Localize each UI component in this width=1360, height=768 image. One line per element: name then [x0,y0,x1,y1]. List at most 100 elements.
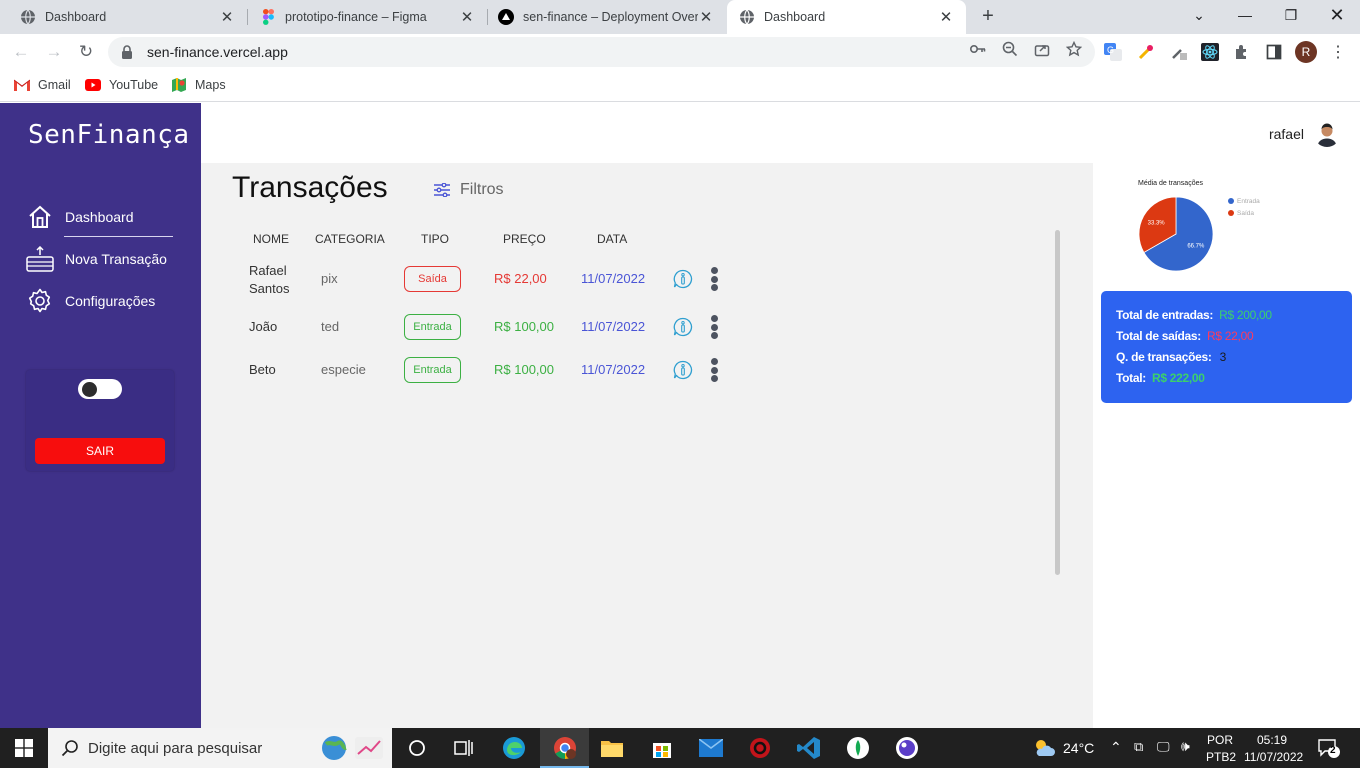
browser-tab[interactable]: prototipo-finance – Figma ✕ [248,0,487,34]
extensions-puzzle-icon[interactable] [1233,43,1251,61]
summary-value: R$ 200,00 [1219,308,1272,322]
translate-extension-icon[interactable]: G [1104,43,1122,61]
row-menu-icon[interactable] [710,267,718,291]
start-button[interactable] [12,736,36,760]
bookmark-label: YouTube [109,78,159,92]
minimize-button[interactable]: — [1222,0,1268,30]
row-menu-icon[interactable] [710,315,718,339]
widgets-icon[interactable] [452,736,476,760]
type-badge-entrada: Entrada [404,314,461,340]
summary-total: Total: R$ 222,00 [1116,371,1205,385]
user-menu[interactable]: rafael [1269,121,1340,147]
theme-toggle[interactable] [78,379,122,399]
share-icon[interactable] [1034,41,1050,57]
show-hidden-icons-icon[interactable]: ⌃ [1110,739,1122,756]
app-root: SenFinança Dashboard Nova Transação Conf… [0,103,1360,728]
filter-sliders-icon [434,183,450,197]
notification-icon [1318,739,1340,758]
side-panel-icon[interactable] [1265,43,1283,61]
sidebar-item-configuracoes[interactable]: Configurações [26,287,155,315]
bookmark-maps[interactable]: Maps [171,77,226,93]
clock-time[interactable]: 05:19 [1257,733,1287,747]
summary-card: Total de entradas: R$ 200,00 Total de sa… [1101,291,1352,403]
color-picker-extension-icon[interactable] [1137,43,1155,61]
table-cell-date: 11/07/2022 [581,362,646,377]
network-icon[interactable]: 🖵 [1157,739,1170,755]
keyboard-layout[interactable]: PTB2 [1206,750,1236,764]
restore-button[interactable]: ❐ [1268,0,1314,30]
bookmark-gmail[interactable]: Gmail [14,77,71,93]
vscode-icon[interactable] [797,736,821,760]
table-cell-category: ted [321,319,340,334]
back-button[interactable]: ← [9,40,33,64]
sidebar-item-nova-transacao[interactable]: Nova Transação [26,245,167,273]
language-indicator[interactable]: POR [1207,733,1233,747]
edge-icon[interactable] [502,736,526,760]
new-tab-button[interactable]: + [977,5,999,27]
user-avatar [1314,121,1340,147]
meet-icon[interactable]: ⧉ [1134,739,1143,755]
mongodb-compass-icon[interactable] [846,736,870,760]
notification-count: 2 [1330,745,1336,756]
volume-icon[interactable]: 🕪 [1181,738,1190,755]
table-cell-name: Beto [249,362,276,377]
sidebar-item-label: Configurações [65,293,156,309]
zoom-icon[interactable] [1002,41,1018,57]
logout-button[interactable]: SAIR [35,438,165,464]
profile-avatar[interactable]: R [1295,41,1317,63]
task-view-icon[interactable] [405,736,429,760]
lock-icon[interactable] [120,45,134,59]
ms-store-icon[interactable] [650,736,674,760]
key-icon[interactable] [970,41,986,57]
sidebar-item-dashboard[interactable]: Dashboard [26,203,134,231]
table-cell-category: especie [321,362,366,377]
mail-icon[interactable] [699,736,723,760]
gmail-icon [14,77,30,93]
close-tab-icon[interactable]: ✕ [219,8,235,26]
column-header-tipo: TIPO [421,232,450,246]
column-header-categoria: CATEGORIA [315,232,385,246]
close-window-button[interactable]: ✕ [1314,0,1360,30]
weather-icon[interactable] [1032,736,1056,760]
row-menu-icon[interactable] [710,358,718,382]
bookmark-youtube[interactable]: YouTube [85,77,158,93]
info-icon[interactable] [673,360,693,380]
close-tab-icon[interactable]: ✕ [698,8,714,26]
table-scrollbar[interactable] [1055,230,1060,575]
reload-button[interactable]: ↻ [74,40,98,64]
info-icon[interactable] [673,317,693,337]
notifications-button[interactable]: 2 [1318,738,1340,758]
tab-search-icon[interactable]: ⌄ [1176,0,1222,30]
forward-button[interactable]: → [42,40,66,64]
summary-entradas: Total de entradas: R$ 200,00 [1116,308,1272,322]
temperature[interactable]: 24°C [1063,740,1094,756]
eyedropper-extension-icon[interactable] [1170,43,1188,61]
info-icon[interactable] [673,269,693,289]
tab-title: sen-finance – Deployment Overvi [523,10,698,24]
column-header-nome: NOME [253,232,289,246]
legend-marker [1228,210,1234,216]
browser-tab-active[interactable]: Dashboard ✕ [727,0,966,34]
taskbar-search[interactable]: Digite aqui para pesquisar [48,728,392,768]
bookmark-label: Maps [195,78,226,92]
gaming-app-icon[interactable] [748,736,772,760]
filters-button[interactable]: Filtros [434,181,504,199]
figma-icon [260,9,276,25]
bookmark-star-icon[interactable] [1066,41,1082,57]
sidebar-settings-card: SAIR [26,370,174,471]
address-bar[interactable]: sen-finance.vercel.app [108,37,1095,67]
close-tab-icon[interactable]: ✕ [938,8,954,26]
file-explorer-icon[interactable] [600,736,624,760]
react-devtools-icon[interactable] [1201,43,1219,61]
table-cell-name: João [249,319,278,334]
chrome-taskbar-item-active[interactable] [540,728,589,768]
maps-icon [171,77,187,93]
clock-date[interactable]: 11/07/2022 [1244,750,1303,764]
browser-tab[interactable]: sen-finance – Deployment Overvi ✕ [488,0,726,34]
column-header-data: DATA [597,232,628,246]
chrome-menu-icon[interactable]: ⋮ [1329,43,1347,61]
app-icon-purple[interactable] [895,736,919,760]
browser-tab[interactable]: Dashboard ✕ [0,0,247,34]
browser-tab-bar: Dashboard ✕ prototipo-finance – Figma ✕ … [0,0,1360,34]
close-tab-icon[interactable]: ✕ [459,8,475,26]
